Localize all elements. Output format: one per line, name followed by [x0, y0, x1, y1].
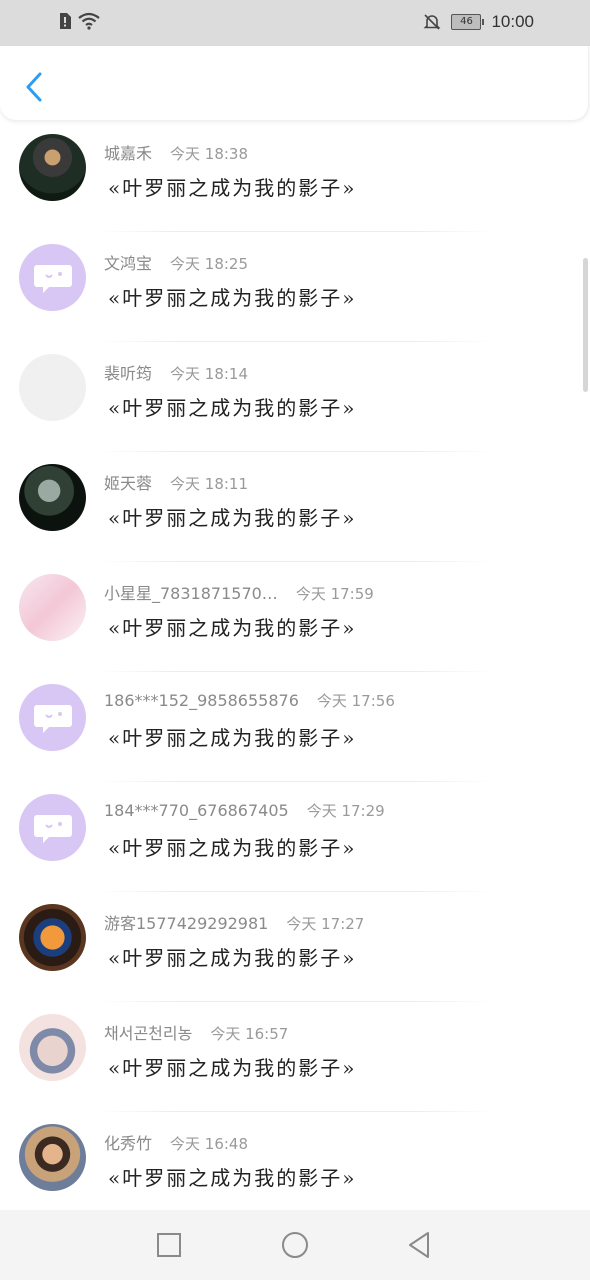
message-time: 今天 18:25 — [170, 255, 249, 273]
message-time: 今天 18:11 — [170, 475, 249, 493]
avatar[interactable] — [19, 904, 86, 971]
user-name[interactable]: 채서곤천리농 — [104, 1020, 192, 1044]
back-triangle-icon[interactable] — [404, 1230, 434, 1260]
message-text: «叶罗丽之成为我的影子» — [108, 616, 357, 640]
user-name[interactable]: 文鸿宝 — [104, 250, 152, 274]
avatar[interactable] — [19, 794, 86, 861]
message-text: «叶罗丽之成为我的影子» — [108, 176, 357, 200]
user-name[interactable]: 184***770_676867405 — [104, 801, 289, 820]
system-nav-bar — [0, 1210, 590, 1280]
status-right-icons: 46 10:00 — [423, 12, 534, 32]
list-item[interactable]: 游客1577429292981 今天 17:27 «叶罗丽之成为我的影子» — [0, 892, 590, 1002]
message-text: «叶罗丽之成为我的影子» — [108, 506, 357, 530]
wifi-icon — [78, 12, 100, 30]
clock: 10:00 — [491, 12, 534, 31]
sim-alert-icon — [60, 13, 71, 29]
avatar[interactable] — [19, 244, 86, 311]
chat-bubble-icon — [33, 264, 72, 293]
message-text: «叶罗丽之成为我的影子» — [108, 726, 357, 750]
message-list[interactable]: 城嘉禾 今天 18:38 «叶罗丽之成为我的影子» 文鸿宝 今天 18:25 «… — [0, 122, 590, 1210]
message-text: «叶罗丽之成为我的影子» — [108, 836, 357, 860]
list-item[interactable]: 184***770_676867405 今天 17:29 «叶罗丽之成为我的影子… — [0, 782, 590, 892]
list-item[interactable]: 姬天蓉 今天 18:11 «叶罗丽之成为我的影子» — [0, 452, 590, 562]
user-name[interactable]: 裴听筠 — [104, 360, 152, 384]
back-arrow-icon[interactable] — [20, 70, 48, 104]
status-bar: 46 10:00 — [0, 0, 590, 46]
list-item[interactable]: 城嘉禾 今天 18:38 «叶罗丽之成为我的影子» — [0, 122, 590, 232]
top-app-bar — [0, 46, 589, 120]
list-item[interactable]: 小星星_7831871570… 今天 17:59 «叶罗丽之成为我的影子» — [0, 562, 590, 672]
battery-icon: 46 — [451, 14, 485, 30]
message-time: 今天 17:27 — [286, 915, 365, 933]
message-time: 今天 17:59 — [295, 585, 374, 603]
message-time: 今天 18:14 — [170, 365, 249, 383]
message-text: «叶罗丽之成为我的影子» — [108, 286, 357, 310]
message-time: 今天 17:56 — [316, 692, 395, 710]
avatar[interactable] — [19, 574, 86, 641]
avatar[interactable] — [19, 464, 86, 531]
message-time: 今天 17:29 — [306, 802, 385, 820]
user-name[interactable]: 城嘉禾 — [104, 140, 152, 164]
avatar[interactable] — [19, 684, 86, 751]
user-name[interactable]: 小星星_7831871570… — [104, 580, 278, 604]
user-name[interactable]: 姬天蓉 — [104, 470, 152, 494]
chat-bubble-icon — [33, 704, 72, 733]
message-time: 今天 16:57 — [210, 1025, 289, 1043]
avatar[interactable] — [19, 354, 86, 421]
message-time: 今天 16:48 — [170, 1135, 249, 1153]
recents-square-icon[interactable] — [154, 1230, 184, 1260]
scrollbar[interactable] — [583, 258, 588, 392]
list-item[interactable]: 裴听筠 今天 18:14 «叶罗丽之成为我的影子» — [0, 342, 590, 452]
message-text: «叶罗丽之成为我的影子» — [108, 1166, 357, 1190]
list-item[interactable]: 文鸿宝 今天 18:25 «叶罗丽之成为我的影子» — [0, 232, 590, 342]
user-name[interactable]: 186***152_9858655876 — [104, 691, 299, 710]
avatar[interactable] — [19, 1124, 86, 1191]
home-circle-icon[interactable] — [280, 1230, 310, 1260]
message-text: «叶罗丽之成为我的影子» — [108, 946, 357, 970]
user-name[interactable]: 化秀竹 — [104, 1130, 152, 1154]
user-name[interactable]: 游客1577429292981 — [104, 910, 268, 934]
avatar[interactable] — [19, 1014, 86, 1081]
message-text: «叶罗丽之成为我的影子» — [108, 1056, 357, 1080]
message-time: 今天 18:38 — [170, 145, 249, 163]
list-item[interactable]: 化秀竹 今天 16:48 «叶罗丽之成为我的影子» — [0, 1112, 590, 1210]
chat-bubble-icon — [33, 814, 72, 843]
list-item[interactable]: 채서곤천리농 今天 16:57 «叶罗丽之成为我的影子» — [0, 1002, 590, 1112]
status-left-icons — [58, 12, 100, 30]
message-text: «叶罗丽之成为我的影子» — [108, 396, 357, 420]
avatar[interactable] — [19, 134, 86, 201]
mute-bell-icon — [424, 14, 441, 30]
list-item[interactable]: 186***152_9858655876 今天 17:56 «叶罗丽之成为我的影… — [0, 672, 590, 782]
